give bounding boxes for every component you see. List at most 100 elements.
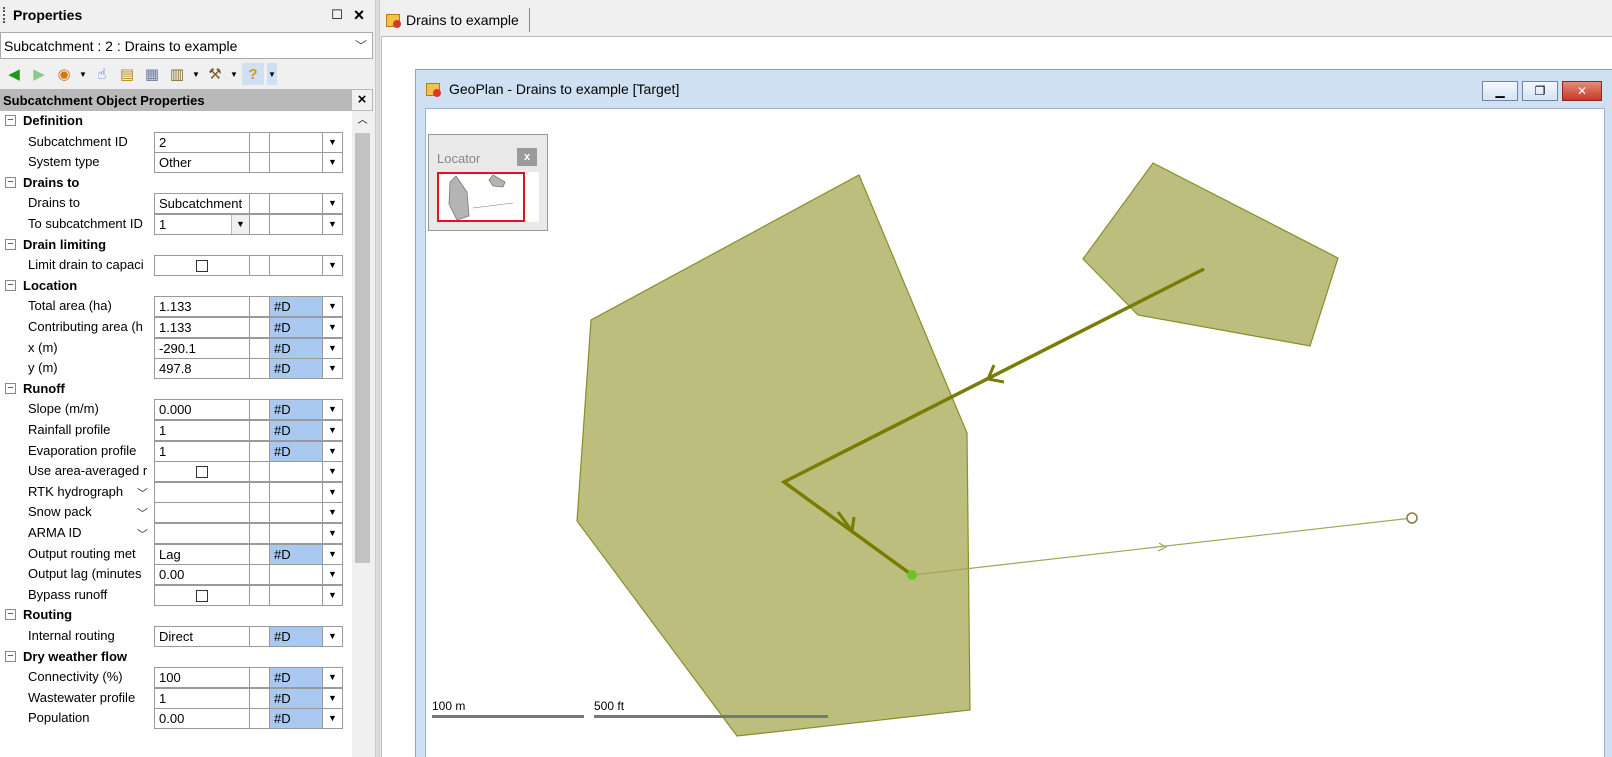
minimize-icon[interactable]: ▁	[1482, 81, 1518, 101]
property-category[interactable]: − Definition	[0, 111, 352, 132]
property-value[interactable]: Direct	[154, 626, 250, 647]
property-value[interactable]: Subcatchment	[154, 193, 250, 215]
dropdown-arrow-icon[interactable]: ▼	[323, 502, 343, 524]
chevron-down-icon[interactable]: ﹀	[137, 526, 148, 542]
collapse-icon[interactable]: −	[5, 238, 16, 250]
property-value[interactable]: Other	[154, 152, 250, 174]
drag-grip-icon[interactable]	[3, 7, 7, 23]
dropdown-arrow-icon[interactable]: ▼	[323, 626, 343, 647]
property-value[interactable]: 1.133	[154, 296, 250, 318]
property-value[interactable]	[154, 481, 250, 503]
property-row[interactable]: Population 0.00 #D ▼	[0, 708, 352, 730]
chevron-up-icon[interactable]: ︿	[352, 111, 373, 131]
dropdown-arrow-icon[interactable]: ▼	[323, 193, 343, 215]
chevron-down-icon[interactable]: ﹀	[137, 505, 148, 521]
geoplan-titlebar[interactable]: GeoPlan - Drains to example [Target] ▁ ❐…	[416, 70, 1612, 108]
dropdown-arrow-icon[interactable]: ▼	[231, 215, 249, 234]
tab-drains-to-example[interactable]: Drains to example	[385, 8, 530, 32]
checkbox[interactable]	[196, 589, 208, 602]
property-row[interactable]: Connectivity (%) 100 #D ▼	[0, 667, 352, 689]
outfall-node[interactable]	[1406, 512, 1418, 524]
property-flag[interactable]	[270, 255, 323, 277]
property-flag[interactable]	[270, 523, 323, 544]
property-flag[interactable]	[270, 461, 323, 483]
restore-icon[interactable]: ☐	[328, 6, 346, 24]
property-row[interactable]: Use area-averaged r ▼	[0, 461, 352, 483]
property-row[interactable]: Output routing met Lag #D ▼	[0, 543, 352, 565]
property-row[interactable]: System type Other ▼	[0, 152, 352, 174]
close-icon[interactable]: x	[517, 148, 537, 166]
help-icon[interactable]: ?	[242, 63, 264, 85]
dropdown-arrow-icon[interactable]: ▼	[323, 564, 343, 586]
property-row[interactable]: Internal routing Direct #D ▼	[0, 626, 352, 647]
film-dropdown-icon[interactable]: ▼	[191, 63, 201, 85]
property-flag[interactable]	[270, 152, 323, 174]
dropdown-arrow-icon[interactable]: ▼	[323, 481, 343, 503]
property-flag[interactable]: #D	[270, 440, 323, 462]
property-value[interactable]: 1	[154, 440, 250, 462]
collapse-icon[interactable]: −	[5, 650, 16, 662]
property-flag[interactable]	[270, 584, 323, 606]
property-value[interactable]: 1.133	[154, 317, 250, 338]
dropdown-arrow-icon[interactable]: ▼	[323, 584, 343, 606]
wrench-dropdown-icon[interactable]: ▼	[229, 63, 239, 85]
property-row[interactable]: Evaporation profile 1 #D ▼	[0, 440, 352, 462]
property-row[interactable]: Output lag (minutes 0.00 ▼	[0, 564, 352, 586]
property-value[interactable]	[154, 523, 250, 544]
dropdown-arrow-icon[interactable]: ▼	[323, 543, 343, 565]
panel-splitter[interactable]	[376, 0, 380, 757]
property-flag[interactable]	[270, 214, 323, 235]
chevron-down-icon[interactable]: ﹀	[137, 485, 148, 501]
dropdown-arrow-icon[interactable]: ▼	[323, 296, 343, 318]
property-flag[interactable]: #D	[270, 626, 323, 647]
property-value[interactable]	[154, 255, 250, 277]
property-flag[interactable]: #D	[270, 687, 323, 709]
property-value[interactable]: 0.000	[154, 399, 250, 421]
property-value[interactable]: -290.1	[154, 337, 250, 359]
checkbox[interactable]	[196, 466, 208, 479]
dropdown-arrow-icon[interactable]: ▼	[323, 523, 343, 544]
property-value[interactable]: 100	[154, 667, 250, 689]
forward-arrow-icon[interactable]: ▶	[28, 63, 50, 85]
property-category[interactable]: − Drains to	[0, 173, 352, 194]
dropdown-arrow-icon[interactable]: ▼	[323, 708, 343, 730]
property-row[interactable]: To subcatchment ID 1 ▼ ▼	[0, 214, 352, 235]
wrench-icon[interactable]: ⚒	[204, 63, 226, 85]
property-flag[interactable]: #D	[270, 543, 323, 565]
property-flag[interactable]: #D	[270, 337, 323, 359]
checkbox[interactable]	[196, 260, 208, 273]
dropdown-arrow-icon[interactable]: ▼	[323, 440, 343, 462]
property-row[interactable]: ARMA ID ﹀ ▼	[0, 523, 352, 544]
target-icon[interactable]: ◉	[53, 63, 75, 85]
close-icon[interactable]: ×	[350, 6, 368, 24]
property-row[interactable]: Bypass runoff ▼	[0, 584, 352, 606]
property-flag[interactable]: #D	[270, 420, 323, 441]
chart-icon[interactable]: ▦	[141, 63, 163, 85]
property-flag[interactable]: #D	[270, 317, 323, 338]
property-category[interactable]: − Location	[0, 276, 352, 297]
dropdown-arrow-icon[interactable]: ▼	[323, 420, 343, 441]
property-row[interactable]: Contributing area (h 1.133 #D ▼	[0, 317, 352, 338]
property-row[interactable]: y (m) 497.8 #D ▼	[0, 358, 352, 380]
film-icon[interactable]: ▥	[166, 63, 188, 85]
dropdown-arrow-icon[interactable]: ▼	[323, 152, 343, 174]
subcatchment-1-polygon[interactable]	[1082, 162, 1339, 347]
property-flag[interactable]: #D	[270, 708, 323, 730]
dropdown-arrow-icon[interactable]: ▼	[323, 358, 343, 380]
collapse-icon[interactable]: −	[5, 176, 16, 188]
property-flag[interactable]: #D	[270, 667, 323, 689]
collapse-icon[interactable]: −	[5, 115, 16, 126]
property-flag[interactable]	[270, 502, 323, 524]
property-row[interactable]: Drains to Subcatchment ▼	[0, 193, 352, 215]
property-value[interactable]: 0.00	[154, 708, 250, 730]
property-row[interactable]: Total area (ha) 1.133 #D ▼	[0, 296, 352, 318]
property-value[interactable]	[154, 584, 250, 606]
property-row[interactable]: Limit drain to capaci ▼	[0, 255, 352, 277]
dropdown-arrow-icon[interactable]: ▼	[323, 399, 343, 421]
property-value[interactable]: 497.8	[154, 358, 250, 380]
collapse-icon[interactable]: −	[5, 609, 16, 621]
dropdown-arrow-icon[interactable]: ▼	[323, 461, 343, 483]
scrollbar-thumb[interactable]	[355, 133, 370, 563]
property-value[interactable]: 2	[154, 131, 250, 153]
property-row[interactable]: RTK hydrograph ﹀ ▼	[0, 481, 352, 503]
